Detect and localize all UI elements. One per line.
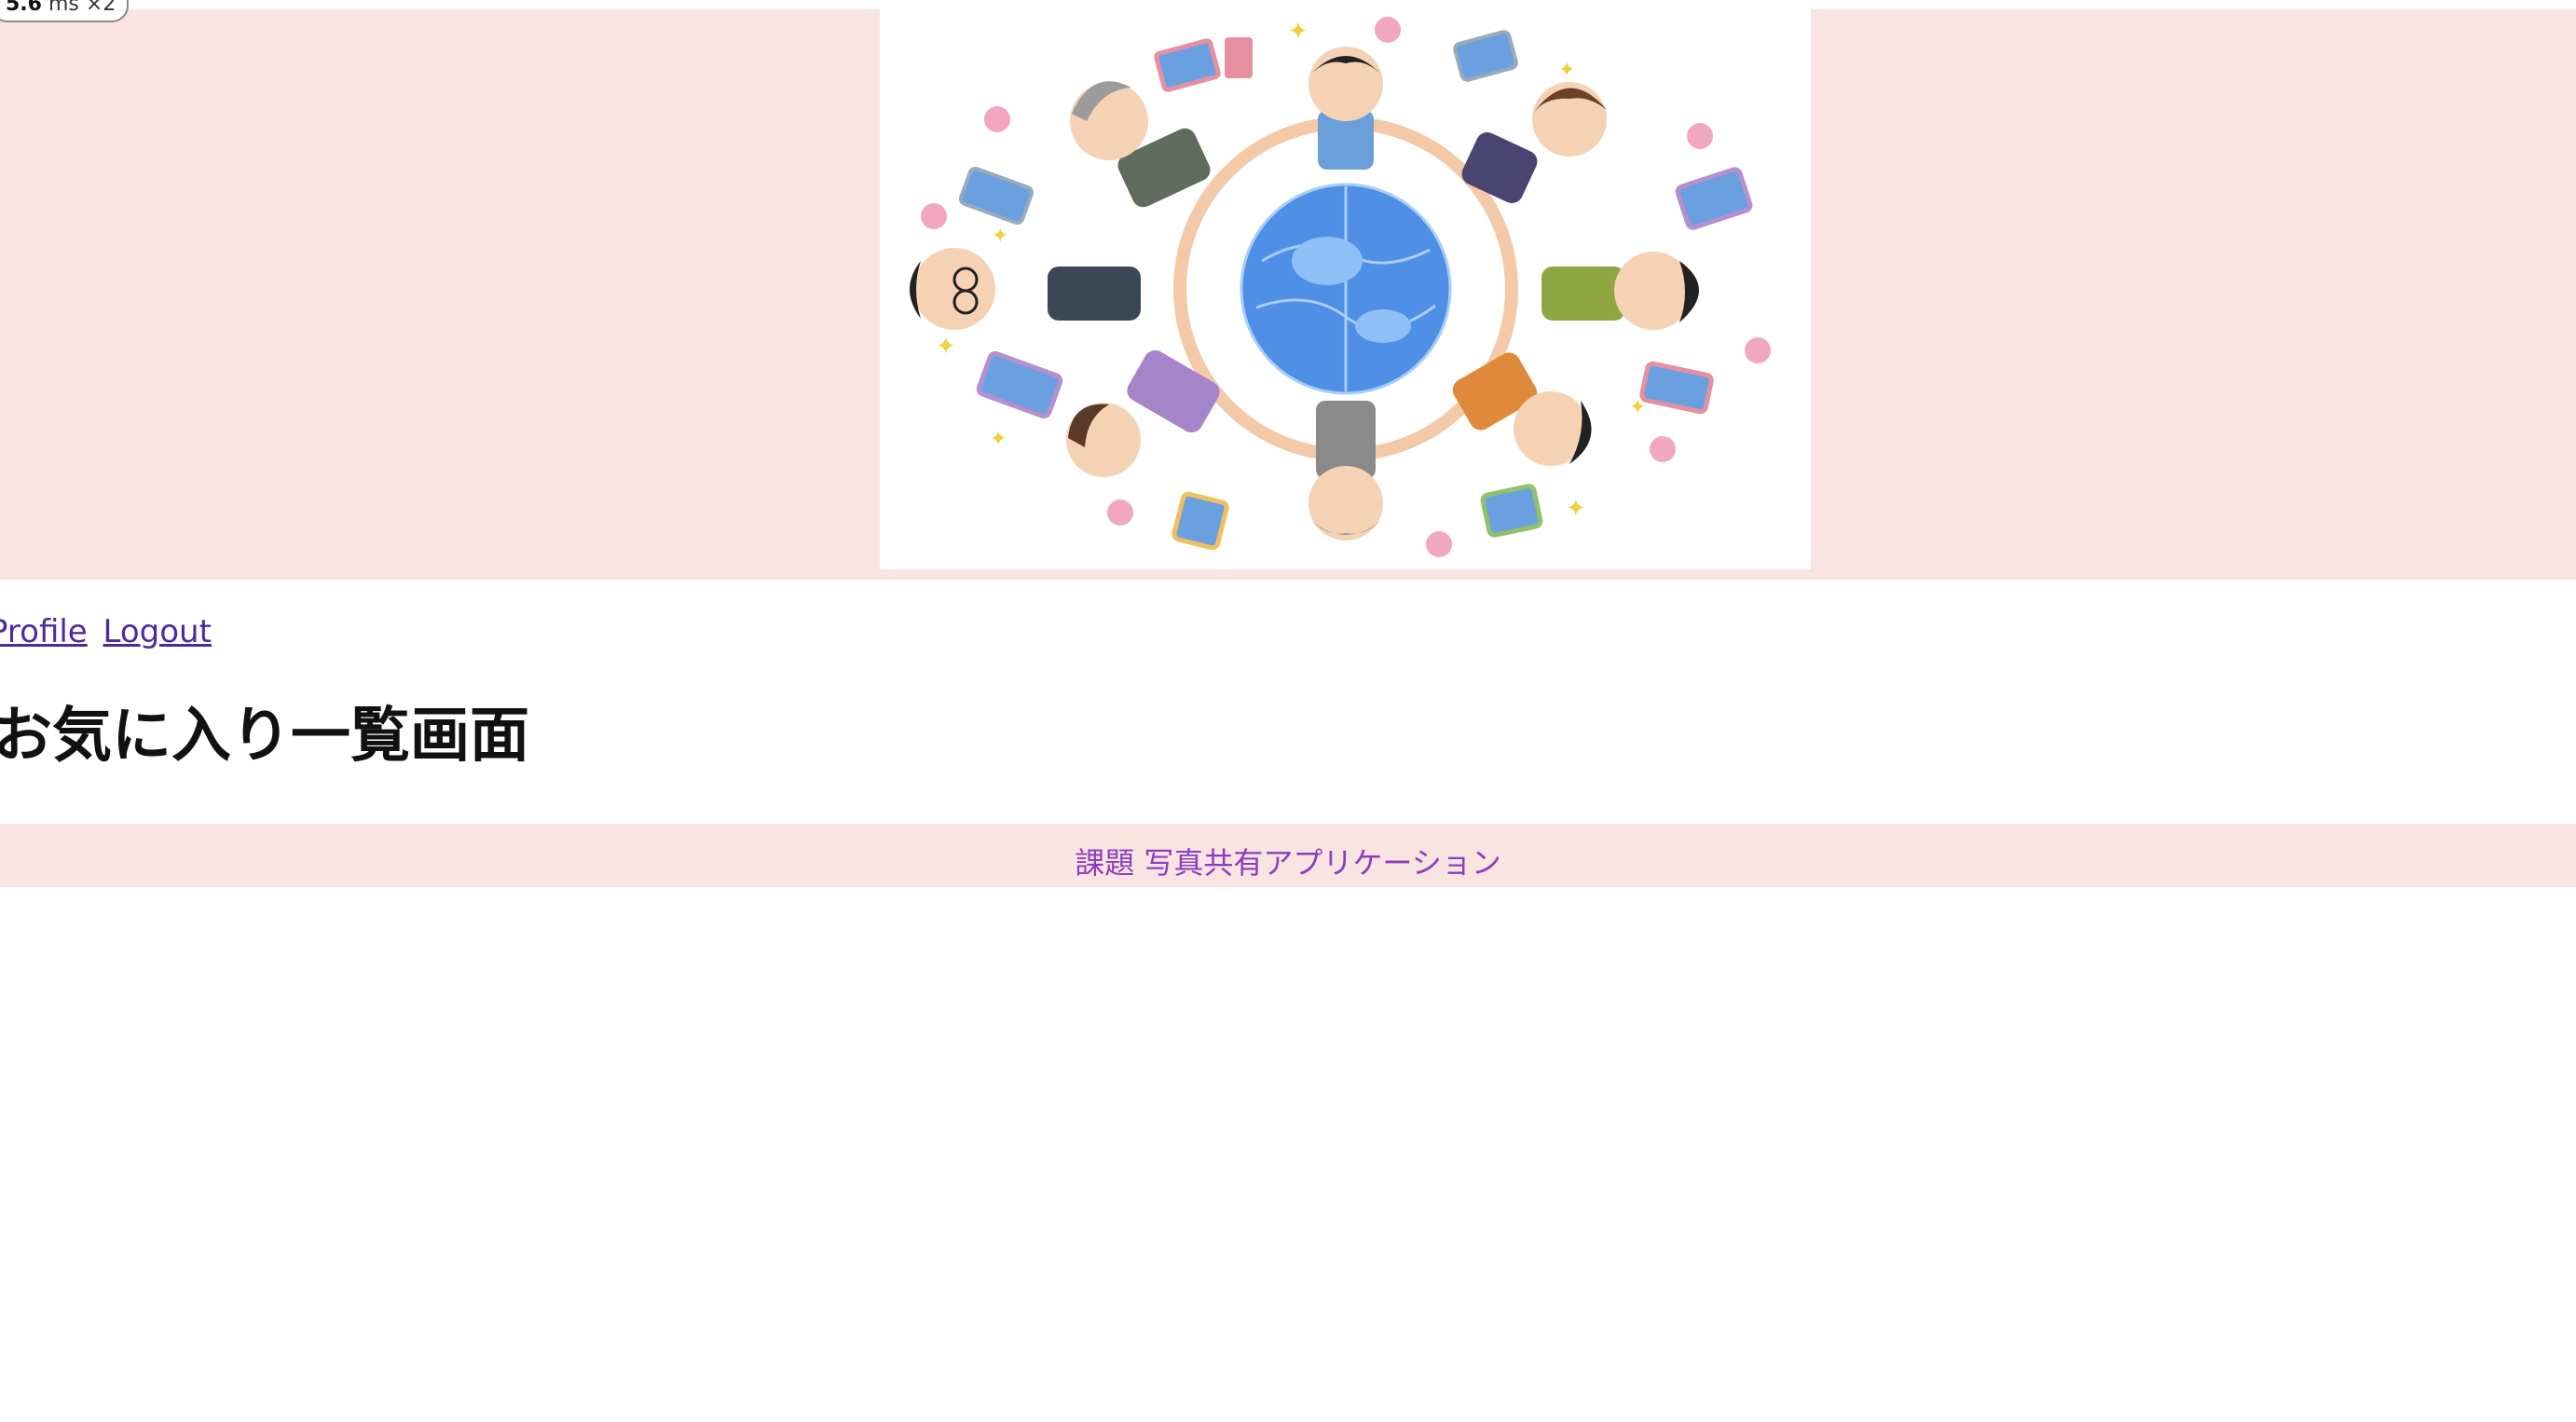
header-banner: ✦ ✦ ✦ ✦ ✦ ✦ ✦ [0, 9, 2576, 580]
svg-text:✦: ✦ [1566, 495, 1586, 523]
render-time-multiplier: ×2 [85, 0, 116, 16]
people-around-globe-icon: ✦ ✦ ✦ ✦ ✦ ✦ ✦ [910, 17, 1771, 557]
profile-link[interactable]: Profile [0, 613, 88, 650]
svg-text:✦: ✦ [1558, 59, 1575, 82]
render-time-badge: 5.6 ms ×2 [0, 0, 130, 22]
footer-text: 課題 写真共有アプリケーション [1075, 845, 1501, 881]
svg-text:✦: ✦ [1288, 18, 1309, 46]
hero-image: ✦ ✦ ✦ ✦ ✦ ✦ ✦ [880, 9, 1811, 569]
render-time-value: 5.6 [6, 0, 42, 16]
top-nav: Profile Logout [0, 609, 217, 654]
svg-text:✦: ✦ [992, 225, 1008, 248]
svg-text:✦: ✦ [1629, 396, 1646, 419]
svg-text:✦: ✦ [990, 428, 1007, 451]
render-time-unit: ms [48, 0, 79, 16]
footer-banner: 課題 写真共有アプリケーション [0, 824, 2576, 887]
page-title: お気に入り一覧画面 [0, 702, 529, 771]
logout-link[interactable]: Logout [103, 613, 212, 650]
svg-text:✦: ✦ [936, 333, 956, 361]
